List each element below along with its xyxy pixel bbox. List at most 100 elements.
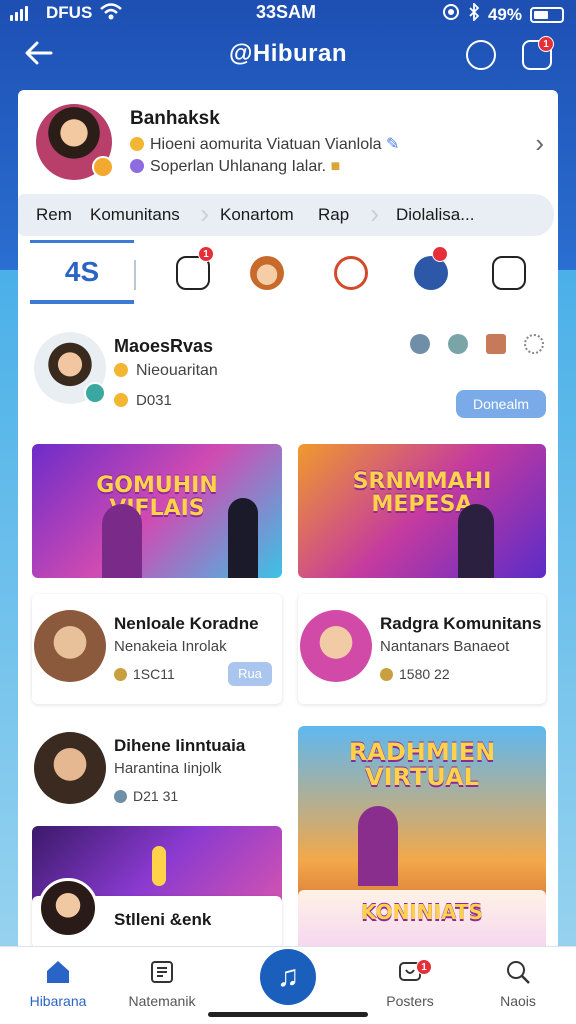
breadcrumb-item-4[interactable]: Rap bbox=[318, 205, 349, 225]
home-indicator bbox=[208, 1012, 368, 1017]
wifi-icon bbox=[100, 3, 122, 26]
tab-active-label: 4S bbox=[64, 256, 100, 287]
nav-posters-label: Posters bbox=[386, 993, 434, 1009]
community-card[interactable]: Stlleni &enk bbox=[32, 878, 282, 950]
profile-name: Banhaksk bbox=[130, 108, 220, 129]
card-count: 1580 22 bbox=[380, 666, 450, 682]
creator-actions bbox=[410, 334, 544, 354]
community-card[interactable]: Radgra Komunitans Nantanars Banaeot 1580… bbox=[298, 594, 546, 704]
nav-news[interactable]: Natemanik bbox=[112, 959, 212, 1009]
tag-icon[interactable] bbox=[466, 40, 496, 70]
card-subtitle: Nenakeia Inrolak bbox=[114, 638, 227, 655]
nav-posters[interactable]: Posters bbox=[360, 959, 460, 1009]
nav-posters-badge: 1 bbox=[416, 959, 432, 975]
profile-line2-text: Soperlan Uhlanang Ialar. bbox=[150, 158, 327, 175]
banner-person bbox=[458, 504, 494, 578]
community-card[interactable]: Dihene Iinntuaia Harantina Iinjolk D21 3… bbox=[32, 716, 282, 826]
card-count: D21 31 bbox=[114, 788, 178, 804]
focus-icon bbox=[442, 3, 460, 26]
signal-icon bbox=[10, 6, 28, 21]
profile-line2: Soperlan Uhlanang Ialar. ■ bbox=[130, 158, 340, 176]
battery-icon bbox=[530, 6, 564, 23]
card-count-text: 1SC11 bbox=[133, 666, 175, 682]
nav-search[interactable]: Naois bbox=[468, 959, 568, 1009]
music-note-icon[interactable]: ♫ bbox=[260, 949, 316, 1005]
stage-light bbox=[152, 846, 166, 886]
banner-tall-title: RADHMIEN VIRTUAL bbox=[348, 738, 496, 792]
hashtag-icon[interactable] bbox=[448, 334, 468, 354]
card-count-text: 1580 22 bbox=[399, 666, 450, 682]
tab-photo-icon[interactable] bbox=[492, 256, 526, 290]
bluetooth-icon bbox=[468, 1, 480, 26]
card-count-text: D21 31 bbox=[133, 788, 179, 804]
verified-badge-icon bbox=[84, 382, 106, 404]
card-title: Radgra Komunitans bbox=[380, 614, 542, 633]
more-icon[interactable] bbox=[524, 334, 544, 354]
banner-left[interactable]: GOMUHIN VIFLAIS bbox=[32, 444, 282, 578]
creator-name: MaoesRvas bbox=[114, 336, 214, 356]
card-title: Dihene Iinntuaia bbox=[114, 736, 246, 755]
community-avatar bbox=[34, 610, 106, 682]
breadcrumb-separator: › bbox=[200, 198, 210, 229]
app-header: @Hiburan 1 bbox=[0, 30, 576, 84]
tab-divider bbox=[134, 260, 136, 290]
profile-line1-text: Hioeni aomurita Viatuan Vianlola bbox=[150, 136, 382, 153]
news-icon bbox=[151, 961, 173, 983]
card-title: Stlleni &enk bbox=[114, 910, 212, 929]
community-card[interactable]: Nenloale Koradne Nenakeia Inrolak 1SC11 … bbox=[32, 594, 282, 704]
link-icon[interactable] bbox=[410, 334, 430, 354]
nav-home[interactable]: Hibarana bbox=[8, 959, 108, 1009]
sun-icon bbox=[114, 393, 128, 407]
category-tabs: 4S 1 bbox=[18, 238, 558, 308]
banner-person bbox=[228, 498, 258, 578]
banner-right-title: SRNMMAHI MEPESA bbox=[352, 469, 492, 518]
card-count: 1SC11 bbox=[114, 666, 175, 682]
card-title: Nenloale Koradne bbox=[114, 614, 259, 633]
carrier-name: DFUS bbox=[46, 3, 93, 22]
banner-bottom[interactable]: KONINIATS bbox=[298, 890, 546, 950]
status-time: 33SAM bbox=[256, 2, 317, 22]
creator-count: D031 bbox=[114, 392, 172, 409]
breadcrumb-item-3[interactable]: Konartom bbox=[220, 205, 294, 225]
music-note-icon[interactable] bbox=[486, 334, 506, 354]
nav-news-label: Natemanik bbox=[128, 993, 196, 1009]
coin-icon bbox=[130, 137, 144, 151]
breadcrumb: Rem Komunitans › Konartom Rap › Diolalis… bbox=[18, 194, 554, 236]
home-icon bbox=[47, 961, 69, 983]
gift-icon: ■ bbox=[330, 158, 341, 175]
community-avatar bbox=[34, 732, 106, 804]
sparkle-icon: ✎ bbox=[386, 136, 400, 153]
join-button[interactable]: Rua bbox=[228, 662, 272, 686]
link-icon bbox=[114, 790, 127, 803]
profile-line1: Hioeni aomurita Viatuan Vianlola ✎ bbox=[130, 134, 399, 154]
tab-game-badge bbox=[432, 246, 448, 262]
star-icon bbox=[130, 159, 144, 173]
banner-person bbox=[102, 504, 142, 578]
banner-bottom-title: KONINIATS bbox=[361, 900, 483, 924]
creator-row[interactable]: MaoesRvas Nieouaritan D031 Donealm bbox=[18, 320, 558, 418]
breadcrumb-item-2[interactable]: Komunitans bbox=[90, 205, 180, 225]
profile-row[interactable]: Banhaksk Hioeni aomurita Viatuan Vianlol… bbox=[18, 90, 558, 194]
donate-button[interactable]: Donealm bbox=[456, 390, 546, 418]
tab-character-icon[interactable] bbox=[250, 256, 284, 290]
coin-icon bbox=[114, 363, 128, 377]
chevron-right-icon[interactable]: › bbox=[535, 128, 544, 159]
community-avatar bbox=[38, 878, 98, 938]
banner-right[interactable]: SRNMMAHI MEPESA bbox=[298, 444, 546, 578]
coin-icon bbox=[114, 668, 127, 681]
tab-music-icon[interactable] bbox=[334, 256, 368, 290]
community-avatar bbox=[300, 610, 372, 682]
nav-home-label: Hibarana bbox=[29, 993, 87, 1009]
battery-percent: 49% bbox=[487, 4, 522, 24]
creator-count-text: D031 bbox=[136, 392, 172, 409]
card-subtitle: Harantina Iinjolk bbox=[114, 760, 222, 777]
breadcrumb-separator: › bbox=[370, 198, 380, 229]
breadcrumb-item-1[interactable]: Rem bbox=[36, 205, 72, 225]
coin-icon bbox=[380, 668, 393, 681]
card-subtitle: Nantanars Banaeot bbox=[380, 638, 510, 655]
tab-active[interactable]: 4S bbox=[30, 238, 134, 304]
creator-subtitle: Nieouaritan bbox=[114, 362, 218, 380]
tab-badge: 1 bbox=[198, 246, 214, 262]
banner-person bbox=[358, 806, 398, 886]
breadcrumb-item-5[interactable]: Diolalisa... bbox=[396, 205, 474, 225]
